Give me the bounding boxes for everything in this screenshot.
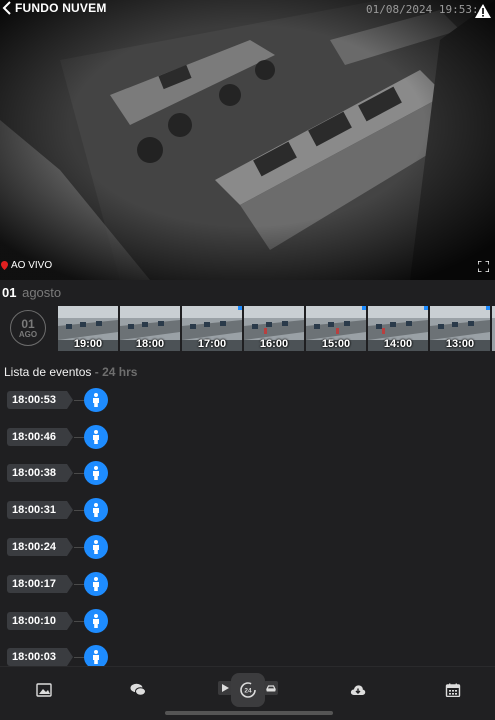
- person-detection-button[interactable]: [84, 498, 108, 522]
- thumbnail-event-flag: [362, 306, 366, 310]
- svg-text:24: 24: [244, 688, 252, 695]
- hour-thumbnail[interactable]: 18:00: [120, 306, 180, 351]
- person-icon: [93, 540, 99, 554]
- event-connector: [74, 546, 84, 548]
- event-time: 18:00:24: [7, 538, 73, 556]
- hour-thumbnail[interactable]: 14:00: [368, 306, 428, 351]
- event-time: 18:00:31: [7, 501, 73, 519]
- image-icon[interactable]: [36, 683, 52, 697]
- 24h-button[interactable]: 24: [231, 673, 265, 707]
- thumbnail-hour-label: 16:00: [259, 338, 289, 350]
- play-icon: [222, 684, 229, 692]
- date-badge-month: AGO: [18, 329, 38, 339]
- thumbnail-hour-label: 14:00: [383, 338, 413, 350]
- hour-thumbnail[interactable]: 13:00: [430, 306, 490, 351]
- back-arrow-icon[interactable]: [2, 1, 12, 15]
- play-button[interactable]: [218, 681, 232, 695]
- person-icon: [93, 393, 99, 407]
- hour-thumbnail[interactable]: 15:00: [306, 306, 366, 351]
- person-icon: [93, 503, 99, 517]
- person-icon: [93, 614, 99, 628]
- person-detection-button[interactable]: [84, 461, 108, 485]
- cloud-download-icon[interactable]: [350, 683, 366, 697]
- car-icon: [266, 685, 276, 692]
- hour-thumbnail[interactable]: 17:00: [182, 306, 242, 351]
- home-indicator[interactable]: [165, 711, 333, 715]
- event-connector: [74, 472, 84, 474]
- event-item[interactable]: 18:00:53: [7, 388, 108, 412]
- date-badge[interactable]: 01 AGO: [10, 310, 46, 346]
- selected-date: 01 agosto: [2, 285, 61, 300]
- event-item[interactable]: 18:00:38: [7, 461, 108, 485]
- person-detection-button[interactable]: [84, 572, 108, 596]
- event-time: 18:00:53: [7, 391, 73, 409]
- chat-icon[interactable]: [130, 683, 146, 697]
- person-icon: [93, 577, 99, 591]
- event-time: 18:00:46: [7, 428, 73, 446]
- thumbnail-hour-label: 13:00: [445, 338, 475, 350]
- event-item[interactable]: 18:00:46: [7, 425, 108, 449]
- camera-title-label: FUNDO NUVEM: [15, 1, 107, 15]
- vehicle-button[interactable]: [264, 681, 278, 695]
- date-day: 01: [2, 285, 17, 300]
- event-connector: [74, 436, 84, 438]
- thumbnail-hour-label: 19:00: [73, 338, 103, 350]
- event-time: 18:00:03: [7, 648, 73, 666]
- thumbnail-hour-label: 15:00: [321, 338, 351, 350]
- hour-thumbnail[interactable]: 19:00: [58, 306, 118, 351]
- event-time: 18:00:10: [7, 612, 73, 630]
- thumbnail-event-flag: [486, 306, 490, 310]
- person-icon: [93, 650, 99, 664]
- event-connector: [74, 399, 84, 401]
- event-item[interactable]: 18:00:24: [7, 535, 108, 559]
- thumbnail-hour-label: 18:00: [135, 338, 165, 350]
- fullscreen-icon[interactable]: [478, 261, 489, 272]
- event-item[interactable]: 18:00:17: [7, 572, 108, 596]
- event-item[interactable]: 18:00:10: [7, 609, 108, 633]
- event-connector: [74, 656, 84, 658]
- thumbnail-event-flag: [424, 306, 428, 310]
- events-list-label: Lista de eventos: [4, 365, 92, 379]
- event-item[interactable]: 18:00:31: [7, 498, 108, 522]
- date-month: agosto: [22, 285, 62, 300]
- camera-scene-image: [0, 0, 495, 280]
- event-time: 18:00:17: [7, 575, 73, 593]
- person-detection-button[interactable]: [84, 388, 108, 412]
- hour-thumbnails-strip[interactable]: 19:00 18:00 17:00 16:00 15:00 14:00 13:0…: [58, 306, 495, 352]
- events-range-label: - 24 hrs: [94, 365, 138, 379]
- event-time: 18:00:38: [7, 464, 73, 482]
- warning-icon[interactable]: [475, 4, 491, 18]
- camera-feed[interactable]: FUNDO NUVEM 01/08/2024 19:53:4 AO VIVO: [0, 0, 495, 280]
- event-connector: [74, 620, 84, 622]
- playback-controls: 24: [218, 673, 280, 707]
- thumbnail-hour-label: 17:00: [197, 338, 227, 350]
- camera-timestamp: 01/08/2024 19:53:4: [366, 3, 486, 16]
- person-detection-button[interactable]: [84, 609, 108, 633]
- live-label: AO VIVO: [11, 260, 53, 271]
- events-list-title: Lista de eventos - 24 hrs: [4, 365, 137, 379]
- event-connector: [74, 583, 84, 585]
- person-detection-button[interactable]: [84, 535, 108, 559]
- person-detection-button[interactable]: [84, 425, 108, 449]
- person-icon: [93, 430, 99, 444]
- 24h-icon: 24: [240, 682, 256, 698]
- event-connector: [74, 509, 84, 511]
- camera-title: FUNDO NUVEM: [2, 1, 107, 15]
- hour-thumbnail[interactable]: 16:00: [244, 306, 304, 351]
- live-indicator: AO VIVO: [0, 260, 52, 271]
- person-icon: [93, 466, 99, 480]
- date-badge-day: 01: [21, 316, 35, 331]
- calendar-icon[interactable]: [445, 683, 461, 697]
- thumbnail-event-flag: [238, 306, 242, 310]
- live-dot-icon: [1, 261, 8, 270]
